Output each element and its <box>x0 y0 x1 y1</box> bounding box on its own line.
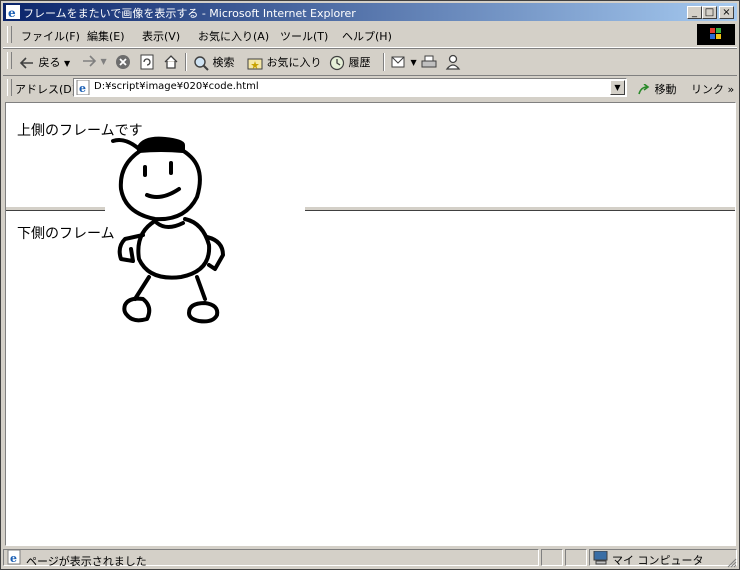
go-button[interactable]: 移動 <box>637 81 677 97</box>
favorites-button[interactable]: お気に入り <box>247 54 322 71</box>
menu-bar: ファイル(F) 編集(E) 表示(V) お気に入り(A) ツール(T) ヘルプ(… <box>3 23 737 48</box>
mail-icon <box>391 56 405 68</box>
svg-text:e: e <box>10 552 17 565</box>
menu-tools[interactable]: ツール(T) <box>280 28 328 44</box>
back-label: 戻る <box>38 56 61 69</box>
maximize-button[interactable]: □ <box>702 6 717 19</box>
messenger-button[interactable] <box>445 54 461 70</box>
status-cell-security <box>565 549 587 566</box>
go-arrow-icon <box>638 83 650 95</box>
toolbar-separator <box>185 53 187 71</box>
messenger-person-icon <box>445 54 461 70</box>
mail-button[interactable]: ▼ <box>391 54 417 70</box>
forward-dropdown-icon[interactable]: ▼ <box>101 57 107 66</box>
address-dropdown-button[interactable]: ▼ <box>610 80 625 95</box>
title-bar[interactable]: e フレームをまたいで画像を表示する - Microsoft Internet … <box>3 3 737 21</box>
forward-arrow-icon <box>83 55 97 67</box>
address-value[interactable]: D:¥script¥image¥020¥code.html <box>94 81 259 92</box>
address-label: アドレス(D) <box>15 83 77 96</box>
menu-file[interactable]: ファイル(F) <box>21 28 80 44</box>
mail-dropdown-icon[interactable]: ▼ <box>411 58 417 67</box>
status-zone-text: マイ コンピュータ <box>612 554 704 567</box>
address-bar: アドレス(D) e D:¥script¥image¥020¥code.html … <box>3 75 737 100</box>
standard-toolbar: 戻る ▼ ▼ 検索 お気に入り 履歴 ▼ <box>3 48 737 76</box>
search-icon <box>194 56 209 71</box>
menu-help[interactable]: ヘルプ(H) <box>342 28 392 44</box>
stop-icon <box>116 55 130 69</box>
print-icon <box>421 55 437 68</box>
menu-grip[interactable] <box>7 26 12 43</box>
back-arrow-icon <box>19 57 33 69</box>
left-foot <box>122 296 152 323</box>
right-leg <box>195 275 207 301</box>
toolbar-grip[interactable] <box>7 52 12 69</box>
status-text: ページが表示されました <box>26 555 147 568</box>
cartoon-character-image <box>111 136 225 324</box>
history-icon <box>329 55 345 71</box>
status-bar: e ページが表示されました マイ コンピュータ <box>3 548 737 568</box>
svg-text:e: e <box>79 82 86 95</box>
ie-icon: e <box>6 5 20 19</box>
menu-edit[interactable]: 編集(E) <box>87 28 125 44</box>
bottom-frame-text: 下側のフレーム <box>17 226 115 242</box>
svg-text:e: e <box>8 6 16 19</box>
back-dropdown-icon[interactable]: ▼ <box>64 59 70 68</box>
history-label: 履歴 <box>348 56 371 69</box>
print-button[interactable] <box>421 54 437 70</box>
left-leg <box>133 275 151 301</box>
windows-logo <box>697 24 735 45</box>
windows-flag-icon <box>710 28 721 39</box>
status-cell-progress <box>541 549 563 566</box>
refresh-button[interactable] <box>139 54 155 70</box>
search-label: 検索 <box>212 56 235 69</box>
right-foot <box>187 301 220 324</box>
collar <box>155 221 185 229</box>
search-button[interactable]: 検索 <box>193 54 235 71</box>
mouth <box>145 187 181 199</box>
window-title: フレームをまたいで画像を表示する - Microsoft Internet Ex… <box>23 7 356 20</box>
browser-window: e フレームをまたいで画像を表示する - Microsoft Internet … <box>0 0 740 570</box>
back-button[interactable]: 戻る ▼ <box>19 54 70 70</box>
status-zone-cell: マイ コンピュータ <box>589 549 737 567</box>
links-button[interactable]: リンク » <box>691 81 734 97</box>
links-label: リンク <box>691 83 724 96</box>
forward-button[interactable]: ▼ <box>81 54 107 68</box>
close-button[interactable]: × <box>719 6 734 19</box>
home-icon <box>164 55 178 69</box>
address-input[interactable]: e D:¥script¥image¥020¥code.html ▼ <box>73 78 627 97</box>
status-main-cell: e ページが表示されました <box>3 549 539 568</box>
refresh-icon <box>140 54 154 70</box>
address-grip[interactable] <box>7 79 12 96</box>
toolbar-separator <box>383 53 385 71</box>
go-label: 移動 <box>654 83 677 96</box>
page-icon: e <box>76 80 90 95</box>
favorites-label: お気に入り <box>266 56 322 69</box>
head <box>118 144 202 222</box>
menu-favorites[interactable]: お気に入り(A) <box>198 28 269 44</box>
menu-view[interactable]: 表示(V) <box>142 28 180 44</box>
page-done-icon: e <box>7 550 21 565</box>
history-button[interactable]: 履歴 <box>329 54 371 71</box>
chevron-right-icon: » <box>727 83 735 96</box>
my-computer-icon <box>593 551 608 565</box>
resize-grip-icon[interactable] <box>725 556 737 568</box>
home-button[interactable] <box>163 54 179 70</box>
minimize-button[interactable]: _ <box>687 6 702 19</box>
favorites-folder-icon <box>247 58 263 70</box>
stop-button[interactable] <box>115 54 131 70</box>
cap-brim <box>111 138 141 151</box>
